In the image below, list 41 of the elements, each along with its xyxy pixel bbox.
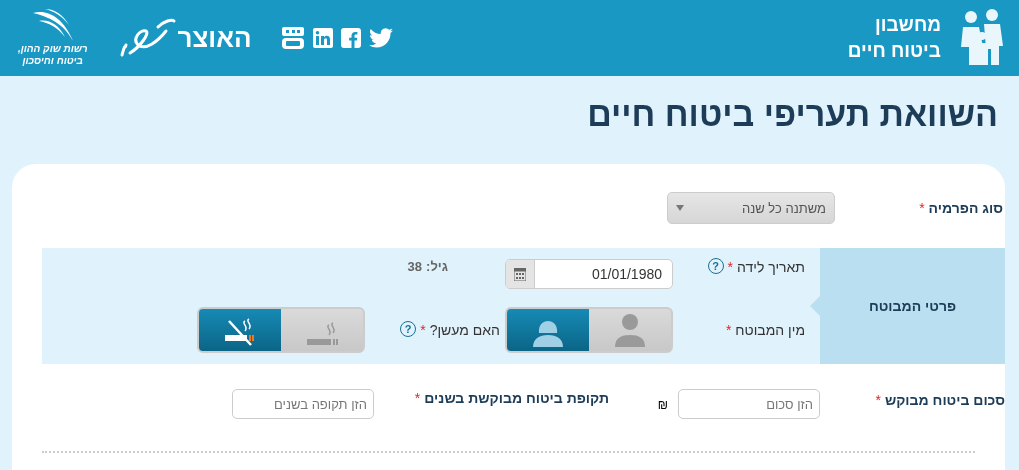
linkedin-icon <box>313 28 334 48</box>
page-title: השוואת תעריפי ביטוח חיים <box>586 94 998 135</box>
caret-icon <box>676 205 684 211</box>
app-title: ביטוח חיים <box>847 39 941 63</box>
family-icon <box>959 9 1005 67</box>
toggle-option[interactable] <box>507 309 589 351</box>
authority-name: ביטוח וחיסכון <box>22 55 83 67</box>
date-field[interactable]: 01/01/1980 <box>505 259 673 289</box>
no-smoking-icon <box>223 317 257 347</box>
cigarette-icon <box>305 321 339 347</box>
calendar-icon <box>514 267 526 281</box>
toggle-option[interactable] <box>589 309 671 351</box>
toggle-option[interactable] <box>281 309 363 351</box>
field-label: סוג הפרמיה <box>928 200 1003 216</box>
app-title: מחשבון <box>873 13 941 37</box>
premium-type-select[interactable]: משתנה כל שנה <box>667 192 835 224</box>
section-title: פרטי המבוטח <box>868 298 957 314</box>
field-label: סכום ביטוח מבוקש <box>884 392 1005 408</box>
required-mark: * <box>414 390 421 406</box>
field-label: מין המבוטח <box>735 322 805 338</box>
amount-field[interactable]: הזן סכום <box>678 389 820 419</box>
required-mark: * <box>727 259 734 275</box>
bird-icon <box>369 28 394 48</box>
authority-name: רשות שוק ההון, <box>18 43 88 55</box>
period-field[interactable]: הזן תקופה בשנים <box>232 389 374 419</box>
age-label: גיל: <box>426 259 448 274</box>
required-mark: * <box>919 200 925 216</box>
man-icon <box>615 311 645 347</box>
toggle-option[interactable] <box>199 309 281 351</box>
age-value: 38 <box>407 259 423 274</box>
required-mark: * <box>875 392 881 408</box>
calendar-button[interactable] <box>506 260 535 288</box>
required-mark: * <box>725 322 732 338</box>
field-label: תאריך לידה <box>737 259 805 275</box>
currency-symbol: ₪ <box>656 398 668 412</box>
field-label: תקופת ביטוח מבוקשת בשנים <box>424 390 609 406</box>
video-icon <box>281 26 306 50</box>
ministry-name: האוצר <box>177 22 252 54</box>
field-label: האם מעשן? <box>429 322 500 338</box>
required-mark: * <box>420 322 426 338</box>
facebook-icon <box>341 28 362 48</box>
